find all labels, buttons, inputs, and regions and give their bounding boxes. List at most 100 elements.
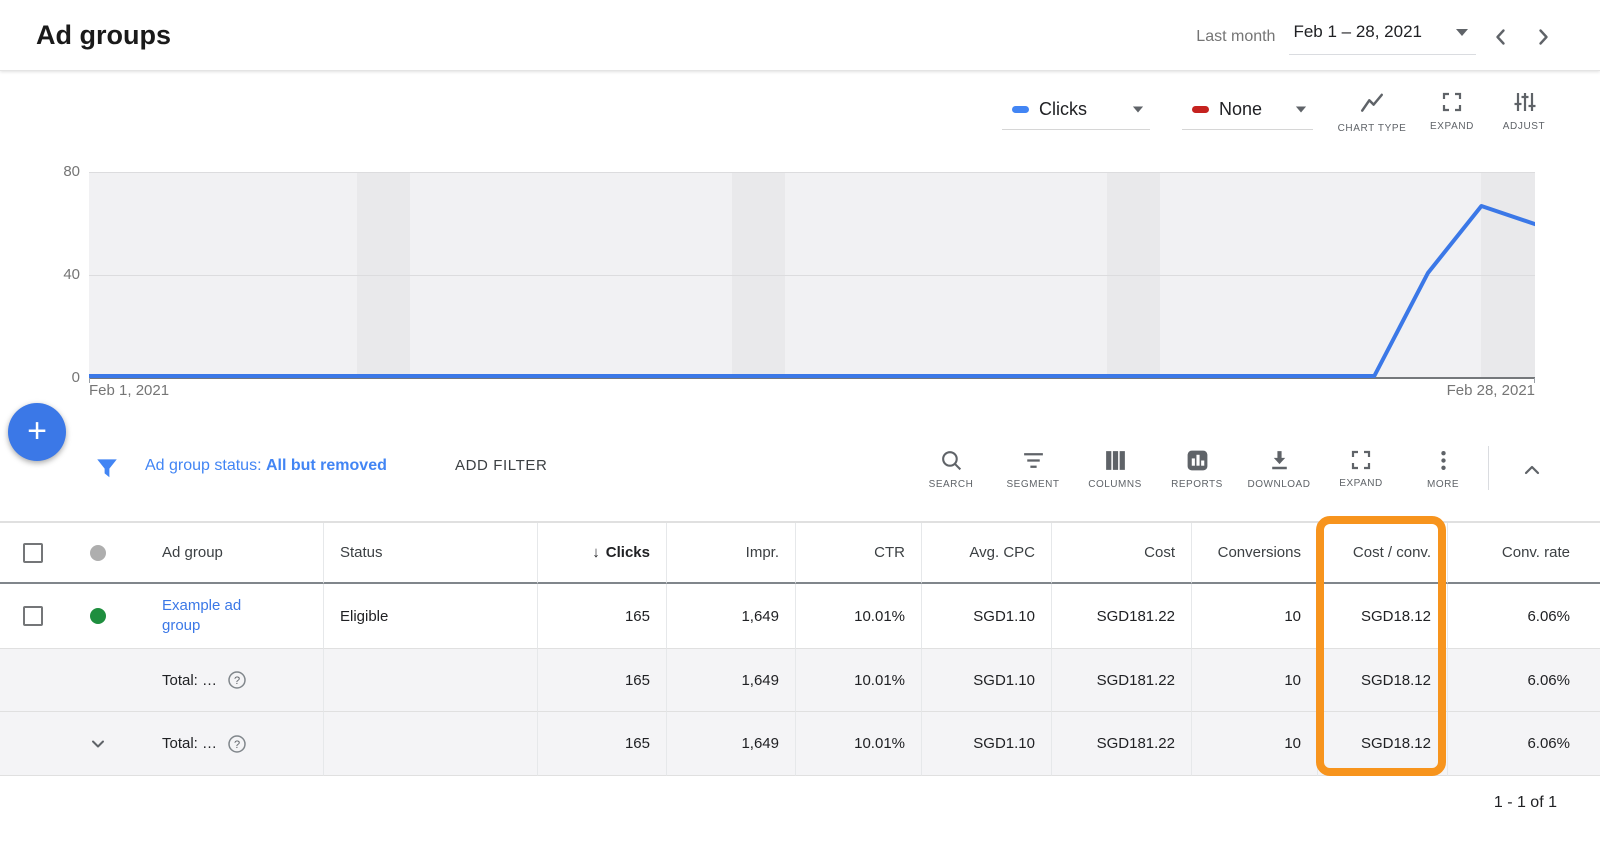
- total1-label-cell: Total: … ?: [130, 649, 324, 712]
- clicks-line-series: [89, 172, 1535, 382]
- add-filter-button[interactable]: ADD FILTER: [455, 457, 547, 474]
- header-conversions[interactable]: Conversions: [1192, 523, 1318, 584]
- header-status[interactable]: Status: [324, 523, 538, 584]
- total2-conversions-cell: 10: [1192, 712, 1318, 776]
- expand-totals-button[interactable]: [65, 733, 130, 755]
- page-title: Ad groups: [36, 20, 171, 51]
- collapse-table-button[interactable]: [1512, 450, 1552, 490]
- total1-empty-cell: [65, 649, 130, 712]
- total1-empty-cell: [0, 649, 65, 712]
- select-all-checkbox[interactable]: [23, 543, 43, 563]
- chevron-left-icon: [1491, 27, 1511, 47]
- total1-clicks-cell: 165: [538, 649, 667, 712]
- chart-expand-label: EXPAND: [1430, 121, 1474, 132]
- row-status-cell: Eligible: [324, 584, 538, 649]
- status-dot-header-cell: [65, 523, 130, 584]
- line-chart-icon: [1359, 90, 1385, 116]
- table-expand-label: EXPAND: [1339, 478, 1382, 489]
- header-cost[interactable]: Cost: [1052, 523, 1192, 584]
- next-period-button[interactable]: [1526, 20, 1560, 54]
- expand-icon: [1349, 448, 1373, 472]
- columns-icon: [1103, 448, 1128, 473]
- chevron-up-icon: [1520, 458, 1544, 482]
- y-tick-40: 40: [30, 266, 80, 283]
- clicks-series-color-pill: [1012, 106, 1029, 113]
- table-toolbar: SEARCH SEGMENT COLUMNS REPORTS: [910, 442, 1484, 490]
- header-cost-per-conv[interactable]: Cost / conv.: [1318, 523, 1448, 584]
- total2-ctr-cell: 10.01%: [796, 712, 922, 776]
- reports-button[interactable]: REPORTS: [1156, 442, 1238, 490]
- y-tick-80: 80: [30, 163, 80, 180]
- header-conv-rate[interactable]: Conv. rate: [1448, 523, 1600, 584]
- segment-icon: [1021, 448, 1046, 473]
- reports-icon: [1185, 448, 1210, 473]
- total2-cost-cell: SGD181.22: [1052, 712, 1192, 776]
- date-range-type: Last month: [1196, 28, 1275, 46]
- header-avg-cpc[interactable]: Avg. CPC: [922, 523, 1052, 584]
- segment-button[interactable]: SEGMENT: [992, 442, 1074, 490]
- header-clicks-label: Clicks: [606, 544, 650, 561]
- download-button[interactable]: DOWNLOAD: [1238, 442, 1320, 490]
- total1-conv-rate-cell: 6.06%: [1448, 649, 1600, 712]
- chevron-right-icon: [1533, 27, 1553, 47]
- row-impressions-cell: 1,649: [667, 584, 796, 649]
- chart-adjust-button[interactable]: ADJUST: [1486, 90, 1562, 132]
- total2-avg-cpc-cell: SGD1.10: [922, 712, 1052, 776]
- download-icon: [1267, 448, 1292, 473]
- header-clicks[interactable]: ↓ Clicks: [538, 523, 667, 584]
- filter-funnel-icon: [94, 455, 120, 481]
- total2-impressions-cell: 1,649: [667, 712, 796, 776]
- header-impressions[interactable]: Impr.: [667, 523, 796, 584]
- search-button[interactable]: SEARCH: [910, 442, 992, 490]
- row-avg-cpc-cell: SGD1.10: [922, 584, 1052, 649]
- header-ad-group[interactable]: Ad group: [130, 523, 324, 584]
- more-button[interactable]: MORE: [1402, 442, 1484, 490]
- ad-group-link[interactable]: Example ad group: [162, 596, 258, 636]
- row-clicks-cell: 165: [538, 584, 667, 649]
- filter-bar: Ad group status: All but removed ADD FIL…: [0, 434, 1600, 522]
- total2-chevron-cell: [65, 712, 130, 776]
- filter-value: All but removed: [266, 457, 387, 474]
- ad-group-status-filter-chip[interactable]: Ad group status: All but removed: [145, 457, 387, 475]
- secondary-metric-dropdown[interactable]: None: [1182, 90, 1313, 130]
- select-all-cell: [0, 523, 65, 584]
- table-expand-button[interactable]: EXPAND: [1320, 442, 1402, 490]
- date-range-selector[interactable]: Feb 1 – 28, 2021: [1289, 18, 1476, 55]
- date-range-value: Feb 1 – 28, 2021: [1293, 22, 1422, 42]
- chart-plot: [89, 172, 1535, 378]
- chart-expand-button[interactable]: EXPAND: [1414, 90, 1490, 132]
- ad-groups-page: Ad groups Last month Feb 1 – 28, 2021 Cl…: [0, 0, 1600, 849]
- total2-label-cell: Total: … ?: [130, 712, 324, 776]
- help-icon[interactable]: ?: [227, 670, 247, 690]
- dropdown-arrow-icon: [1133, 107, 1143, 113]
- total2-status-cell: [324, 712, 538, 776]
- add-button[interactable]: +: [8, 403, 66, 461]
- reports-label: REPORTS: [1171, 479, 1223, 490]
- row-cost-cell: SGD181.22: [1052, 584, 1192, 649]
- total1-cost-cell: SGD181.22: [1052, 649, 1192, 712]
- status-dot-icon: [90, 545, 106, 561]
- previous-period-button[interactable]: [1484, 20, 1518, 54]
- enabled-status-dot-icon: [90, 608, 106, 624]
- dropdown-arrow-icon: [1296, 107, 1306, 113]
- total-label: Total: …: [162, 735, 217, 752]
- total-label: Total: …: [162, 672, 217, 689]
- help-icon[interactable]: ?: [227, 734, 247, 754]
- search-label: SEARCH: [929, 479, 974, 490]
- primary-metric-label: Clicks: [1039, 99, 1122, 120]
- total1-ctr-cell: 10.01%: [796, 649, 922, 712]
- total1-status-cell: [324, 649, 538, 712]
- columns-label: COLUMNS: [1088, 479, 1142, 490]
- header-ctr[interactable]: CTR: [796, 523, 922, 584]
- columns-button[interactable]: COLUMNS: [1074, 442, 1156, 490]
- row-ctr-cell: 10.01%: [796, 584, 922, 649]
- chart-type-button[interactable]: CHART TYPE: [1334, 90, 1410, 134]
- total1-cost-per-conv-cell: SGD18.12: [1318, 649, 1448, 712]
- y-tick-0: 0: [30, 369, 80, 386]
- total2-clicks-cell: 165: [538, 712, 667, 776]
- row-conversions-cell: 10: [1192, 584, 1318, 649]
- total2-conv-rate-cell: 6.06%: [1448, 712, 1600, 776]
- row-checkbox[interactable]: [23, 606, 43, 626]
- primary-metric-dropdown[interactable]: Clicks: [1002, 90, 1150, 130]
- page-header: Ad groups Last month Feb 1 – 28, 2021: [0, 0, 1600, 71]
